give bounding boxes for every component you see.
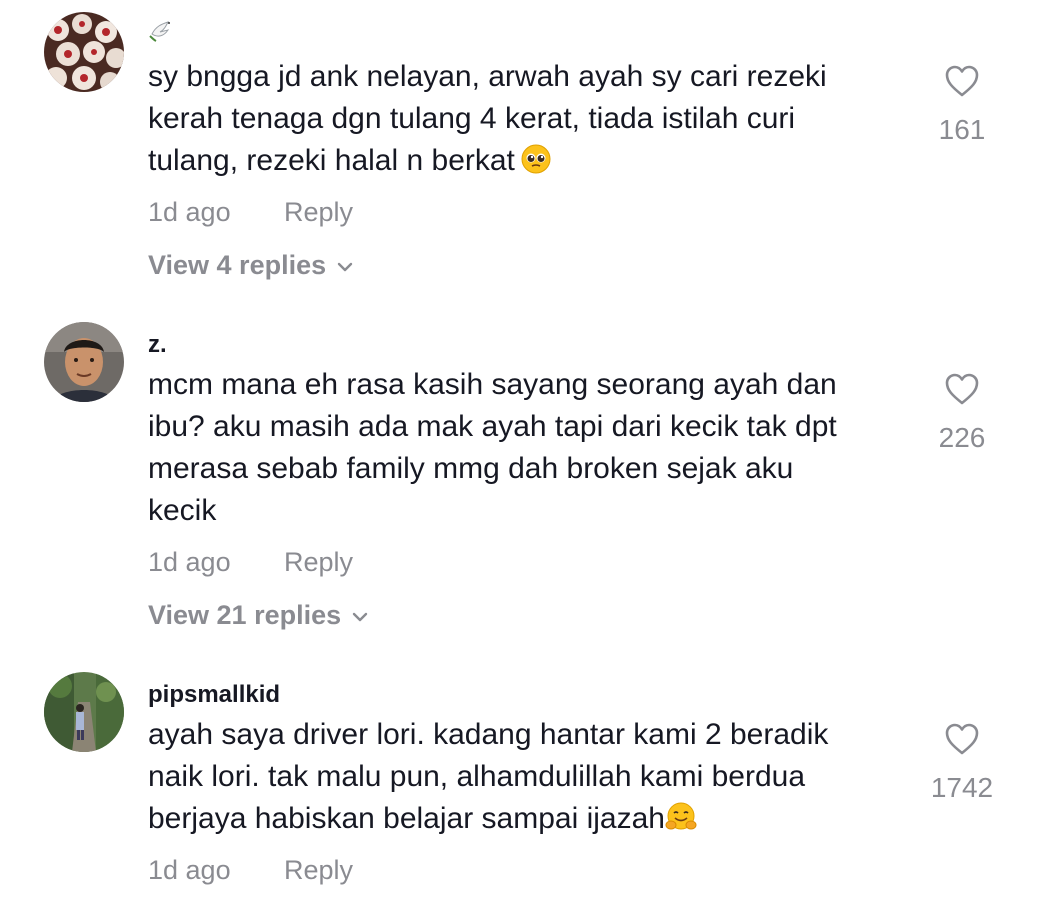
like-button[interactable]: 1742	[917, 722, 1007, 805]
comment-text: ayah saya driver lori. kadang hantar kam…	[148, 714, 908, 844]
heart-icon	[917, 722, 1007, 761]
comment-line: sy bngga jd ank nelayan, arwah ayah sy c…	[148, 60, 827, 93]
reply-button[interactable]: Reply	[284, 196, 353, 228]
view-replies-button[interactable]: View 21 replies	[148, 598, 369, 631]
comment-text: sy bngga jd ank nelayan, arwah ayah sy c…	[148, 56, 908, 186]
heart-icon	[917, 64, 1007, 103]
comment-line: kecik	[148, 494, 217, 527]
like-count: 161	[938, 114, 986, 145]
reply-button[interactable]: Reply	[284, 546, 353, 578]
comment-line: tulang, rezeki halal n berkat	[148, 144, 515, 177]
comment-line: kerah tenaga dgn tulang 4 kerat, tiada i…	[148, 102, 796, 135]
avatar[interactable]	[44, 12, 124, 92]
avatar[interactable]	[44, 672, 124, 752]
comment-line: ayah saya driver lori. kadang hantar kam…	[148, 718, 829, 751]
avatar[interactable]	[44, 322, 124, 402]
comment-line: mcm mana eh rasa kasih sayang seorang ay…	[148, 368, 837, 401]
chevron-down-icon	[336, 248, 354, 280]
comment-text: mcm mana eh rasa kasih sayang seorang ay…	[148, 364, 908, 532]
heart-icon	[917, 372, 1007, 411]
username[interactable]: pipsmallkid	[148, 680, 280, 710]
hugging-face-emoji-icon	[665, 802, 697, 844]
view-replies-button[interactable]: View 4 replies	[148, 248, 354, 281]
like-button[interactable]: 161	[917, 64, 1007, 147]
comment-line: ibu? aku masih ada mak ayah tapi dari ke…	[148, 410, 837, 443]
view-replies-label: View 4 replies	[148, 250, 327, 280]
reply-button[interactable]: Reply	[284, 854, 353, 886]
dove-emoji-icon	[148, 16, 176, 44]
like-count: 1742	[930, 772, 994, 803]
comment-time: 1d ago	[148, 547, 231, 577]
like-button[interactable]: 226	[917, 372, 1007, 455]
comment-time: 1d ago	[148, 197, 231, 227]
like-count: 226	[938, 422, 986, 453]
comment-meta: 1d ago Reply	[148, 546, 353, 578]
view-replies-label: View 21 replies	[148, 600, 342, 630]
comment-meta: 1d ago Reply	[148, 196, 353, 228]
comment-line: berjaya habiskan belajar sampai ijazah	[148, 802, 665, 835]
chevron-down-icon	[351, 598, 369, 630]
comment-meta: 1d ago Reply	[148, 854, 353, 886]
comment-time: 1d ago	[148, 855, 231, 885]
comment-line: merasa sebab family mmg dah broken sejak…	[148, 452, 794, 485]
pleading-face-emoji-icon	[521, 144, 551, 186]
username[interactable]: z.	[148, 330, 167, 360]
comment-line: naik lori. tak malu pun, alhamdulillah k…	[148, 760, 806, 793]
